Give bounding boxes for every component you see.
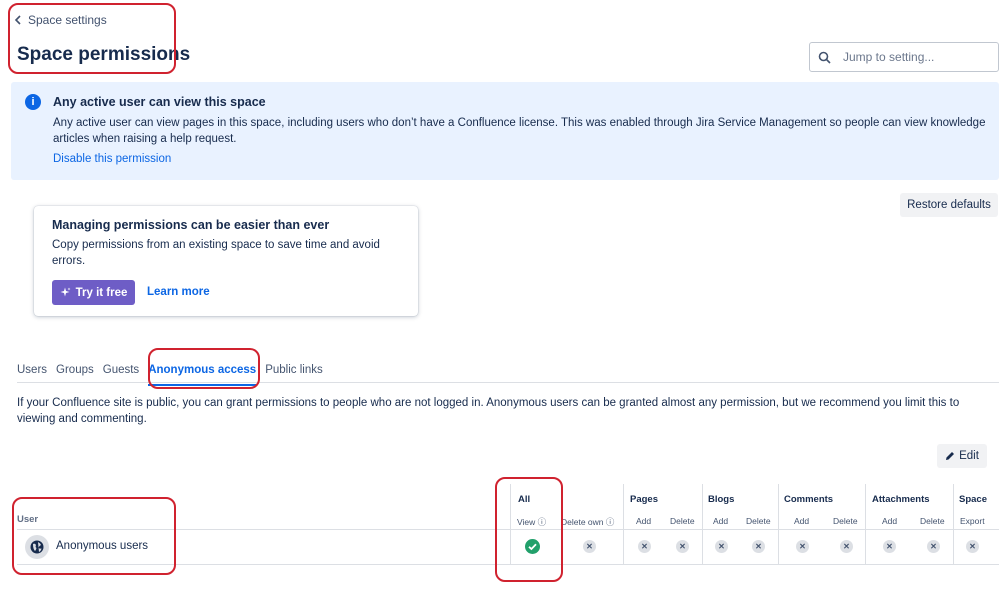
banner-title: Any active user can view this space bbox=[53, 95, 266, 109]
permission-cell-attachments-add-denied-icon: ✕ bbox=[883, 540, 896, 553]
banner-body: Any active user can view pages in this s… bbox=[53, 117, 986, 145]
permission-cell-comments-delete-denied-icon: ✕ bbox=[840, 540, 853, 553]
try-it-free-button[interactable]: Try it free bbox=[52, 280, 135, 305]
pencil-icon bbox=[946, 452, 955, 460]
annotation-highlight-anonymous-tab bbox=[148, 348, 260, 389]
sub-header-comments-add: Add bbox=[794, 516, 810, 526]
sparkle-icon bbox=[60, 287, 71, 297]
anonymous-access-description: If your Confluence site is public, you c… bbox=[17, 397, 960, 425]
permission-cell-pages-add-denied-icon: ✕ bbox=[638, 540, 651, 553]
promo-title: Managing permissions can be easier than … bbox=[52, 218, 330, 232]
column-divider bbox=[865, 484, 866, 564]
search-input[interactable] bbox=[841, 49, 985, 65]
permission-cell-blogs-add-denied-icon: ✕ bbox=[715, 540, 728, 553]
info-circle-icon: ⓘ bbox=[605, 517, 615, 527]
column-divider bbox=[623, 484, 624, 564]
promo-body: Copy permissions from an existing space … bbox=[52, 239, 380, 267]
tab-groups[interactable]: Groups bbox=[56, 362, 94, 384]
info-banner: i Any active user can view this space An… bbox=[11, 82, 999, 180]
learn-more-link[interactable]: Learn more bbox=[147, 286, 210, 298]
sub-header-space-export: Export bbox=[960, 516, 985, 526]
restore-defaults-button[interactable]: Restore defaults bbox=[900, 193, 998, 217]
sub-header-pages-add: Add bbox=[636, 516, 652, 526]
tab-guests[interactable]: Guests bbox=[103, 362, 139, 384]
column-divider bbox=[702, 484, 703, 564]
sub-header-pages-delete: Delete bbox=[670, 516, 695, 526]
sub-header-blogs-add: Add bbox=[713, 516, 729, 526]
sub-header-blogs-delete: Delete bbox=[746, 516, 771, 526]
column-divider bbox=[778, 484, 779, 564]
tab-users[interactable]: Users bbox=[17, 362, 47, 384]
sub-header-delete-own: Delete own ⓘ bbox=[561, 517, 615, 527]
search-icon bbox=[818, 51, 831, 64]
group-header-attachments: Attachments bbox=[872, 494, 930, 505]
info-icon: i bbox=[25, 94, 41, 110]
permission-cell-space-export-denied-icon: ✕ bbox=[966, 540, 979, 553]
promo-card: Managing permissions can be easier than … bbox=[34, 206, 418, 316]
sub-header-comments-delete: Delete bbox=[833, 516, 858, 526]
annotation-highlight-view bbox=[495, 477, 563, 582]
permission-cell-attachments-delete-denied-icon: ✕ bbox=[927, 540, 940, 553]
jump-to-setting-search[interactable] bbox=[809, 42, 999, 72]
group-header-pages: Pages bbox=[630, 494, 658, 505]
edit-label: Edit bbox=[959, 450, 979, 462]
group-header-space: Space bbox=[959, 494, 987, 505]
sub-header-attachments-add: Add bbox=[882, 516, 898, 526]
permission-cell-blogs-delete-denied-icon: ✕ bbox=[752, 540, 765, 553]
column-divider bbox=[953, 484, 954, 564]
permission-cell-comments-add-denied-icon: ✕ bbox=[796, 540, 809, 553]
tab-public-links[interactable]: Public links bbox=[265, 362, 323, 384]
annotation-highlight-user bbox=[12, 497, 176, 575]
group-header-comments: Comments bbox=[784, 494, 834, 505]
annotation-highlight-header bbox=[8, 3, 176, 74]
try-it-free-label: Try it free bbox=[75, 286, 128, 299]
disable-permission-link[interactable]: Disable this permission bbox=[53, 153, 171, 165]
edit-button[interactable]: Edit bbox=[937, 444, 987, 468]
group-header-blogs: Blogs bbox=[708, 494, 735, 505]
permission-cell-pages-delete-denied-icon: ✕ bbox=[676, 540, 689, 553]
permission-cell-delete-own-denied-icon: ✕ bbox=[583, 540, 596, 553]
sub-header-attachments-delete: Delete bbox=[920, 516, 945, 526]
